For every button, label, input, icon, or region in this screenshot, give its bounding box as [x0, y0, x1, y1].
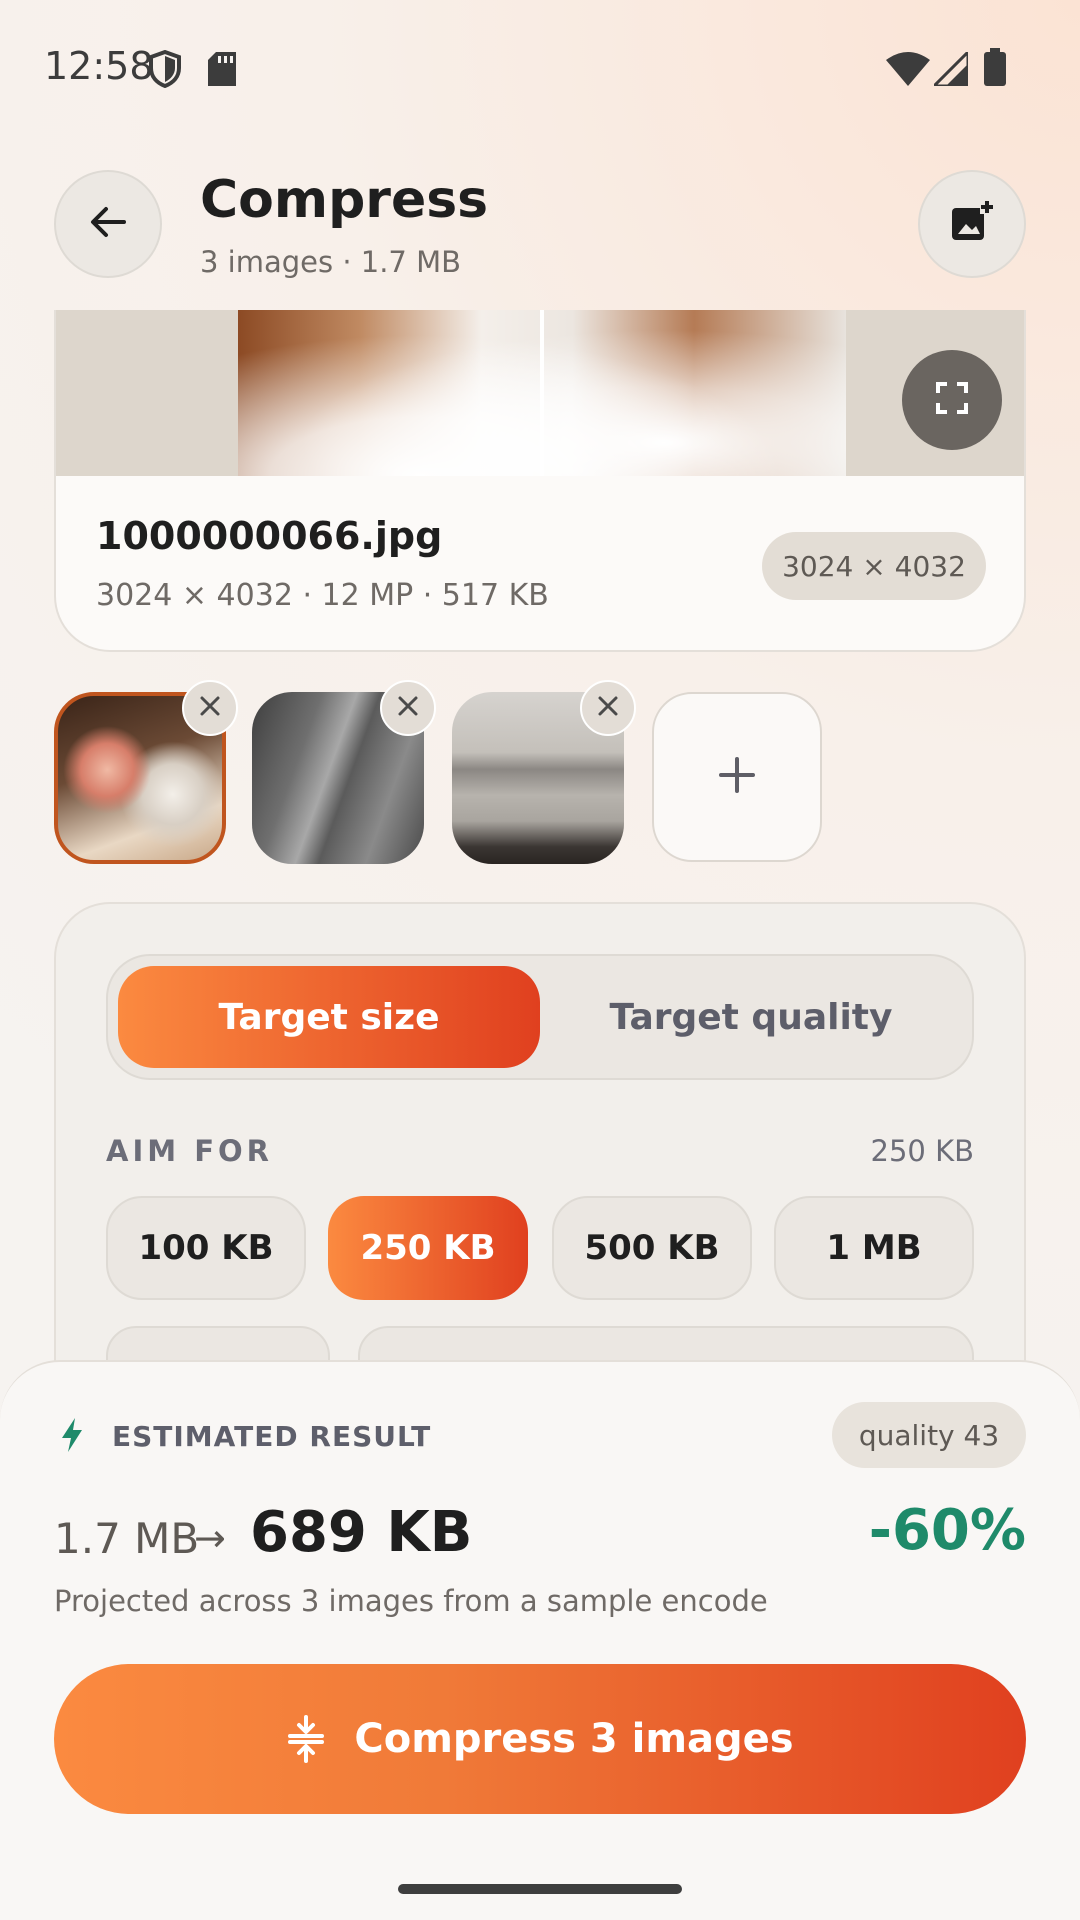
tab-target-quality[interactable]: Target quality — [540, 966, 962, 1068]
reduction-percent: -60% — [868, 1498, 1026, 1563]
add-photo-icon — [950, 200, 994, 248]
close-icon — [397, 695, 419, 721]
add-image-button[interactable] — [652, 692, 822, 862]
arrow-icon: → — [194, 1516, 226, 1560]
fullscreen-icon — [935, 381, 969, 419]
dimensions-badge: 3024 × 4032 — [762, 532, 986, 600]
back-button[interactable] — [54, 170, 162, 278]
quality-badge: quality 43 — [832, 1402, 1026, 1468]
sd-card-icon — [208, 52, 236, 90]
remove-thumbnail-button[interactable] — [182, 680, 238, 736]
compress-button-label: Compress 3 images — [354, 1716, 794, 1762]
preview-card: 1000000066.jpg 3024 × 4032 · 12 MP · 517… — [54, 310, 1026, 652]
back-arrow-icon — [88, 202, 128, 246]
bolt-icon — [60, 1418, 84, 1456]
size-chip-250kb[interactable]: 250 KB — [328, 1196, 528, 1300]
page-subtitle: 3 images · 1.7 MB — [200, 245, 462, 279]
home-indicator[interactable] — [398, 1884, 682, 1894]
close-icon — [199, 695, 221, 721]
close-icon — [597, 695, 619, 721]
status-time: 12:58 — [44, 44, 154, 88]
wifi-icon — [886, 52, 930, 90]
tab-target-size[interactable]: Target size — [118, 966, 540, 1068]
compress-button[interactable]: Compress 3 images — [54, 1664, 1026, 1814]
compare-divider[interactable] — [540, 310, 544, 476]
aim-label: AIM FOR — [106, 1134, 273, 1168]
size-chip-1mb[interactable]: 1 MB — [774, 1196, 974, 1300]
size-chip-500kb[interactable]: 500 KB — [552, 1196, 752, 1300]
fullscreen-button[interactable] — [902, 350, 1002, 450]
compress-icon — [286, 1715, 326, 1763]
signal-icon — [930, 48, 970, 90]
page-title: Compress — [200, 170, 489, 230]
file-info: 3024 × 4032 · 12 MP · 517 KB — [96, 578, 549, 613]
projection-note: Projected across 3 images from a sample … — [54, 1584, 768, 1618]
plus-icon — [717, 755, 757, 799]
add-photo-button[interactable] — [918, 170, 1026, 278]
estimated-size: 689 KB — [250, 1500, 473, 1565]
original-size: 1.7 MB — [54, 1514, 200, 1563]
estimated-result-label: ESTIMATED RESULT — [112, 1420, 432, 1453]
remove-thumbnail-button[interactable] — [380, 680, 436, 736]
battery-icon — [984, 48, 1006, 90]
file-name: 1000000066.jpg — [96, 514, 443, 558]
remove-thumbnail-button[interactable] — [580, 680, 636, 736]
preview-image — [238, 310, 846, 476]
preview-image-area[interactable] — [56, 310, 1024, 476]
aim-value: 250 KB — [870, 1134, 974, 1168]
shield-icon — [148, 49, 182, 92]
size-chip-100kb[interactable]: 100 KB — [106, 1196, 306, 1300]
